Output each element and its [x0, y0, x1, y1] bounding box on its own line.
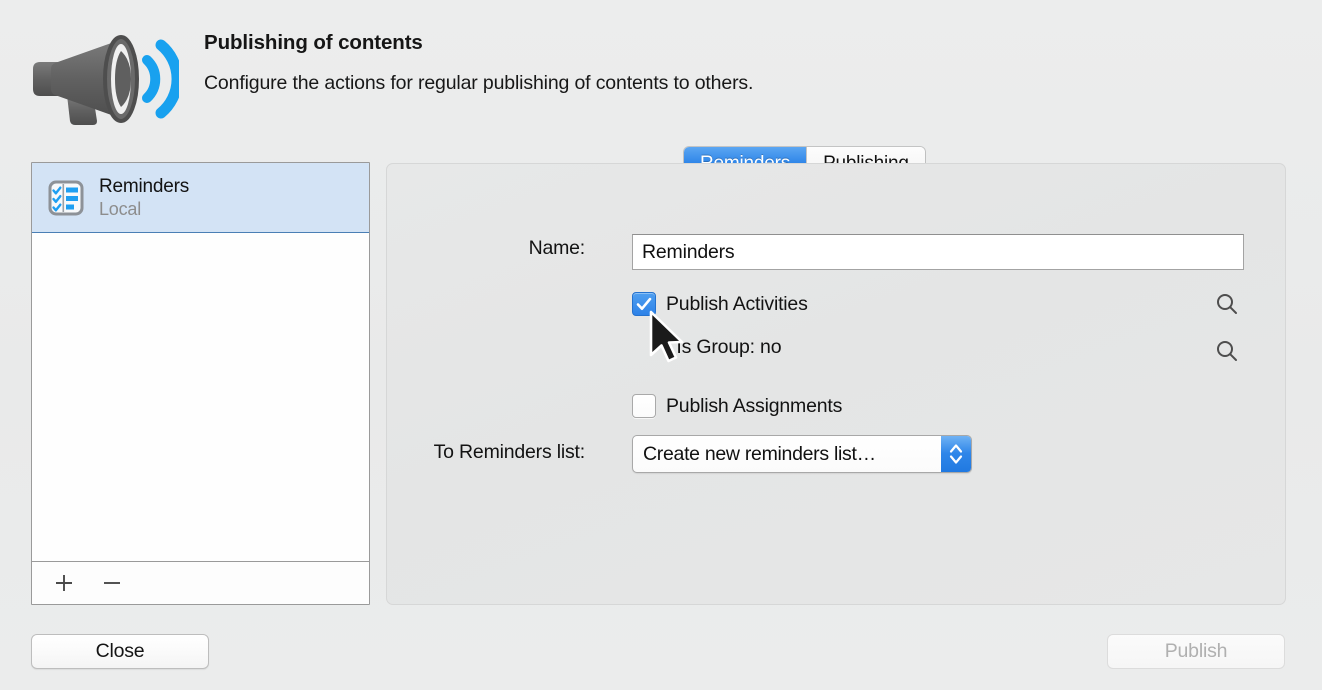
publish-activities-label: Publish Activities [666, 292, 808, 315]
close-button[interactable]: Close [31, 634, 209, 669]
name-label: Name: [528, 237, 586, 259]
page-title: Publishing of contents [204, 31, 423, 54]
sidebar-item-subtitle: Local [99, 199, 142, 219]
accounts-list-scroll[interactable]: Reminders Local [32, 163, 369, 561]
megaphone-icon [27, 33, 183, 125]
chevron-up-down-icon [941, 436, 971, 472]
search-icon [1217, 341, 1237, 361]
dialog-header: Publishing of contents Configure the act… [0, 0, 1322, 130]
publish-assignments-label: Publish Assignments [666, 394, 843, 417]
to-reminders-list-select[interactable]: Create new reminders list… [632, 435, 972, 473]
search-icon-is-group[interactable] [1212, 336, 1242, 366]
sidebar-item-reminders[interactable]: Reminders Local [32, 163, 369, 233]
to-reminders-list-label: To Reminders list: [433, 441, 586, 463]
is-group-row: : Is Group: no [632, 336, 782, 359]
add-account-button[interactable] [40, 562, 88, 604]
accounts-list: Reminders Local [31, 162, 370, 605]
plus-icon [56, 575, 72, 591]
name-input[interactable] [632, 234, 1244, 270]
remove-account-button[interactable] [88, 562, 136, 604]
settings-panel: Name: Publish Activities : Is Group: no … [386, 163, 1286, 605]
sidebar-item-text: Reminders Local [99, 175, 189, 220]
page-subtitle: Configure the actions for regular publis… [204, 72, 754, 94]
publish-assignments-checkbox[interactable] [632, 394, 656, 418]
reminders-checklist-icon [47, 179, 85, 217]
to-reminders-list-value: Create new reminders list… [643, 442, 876, 465]
publish-activities-row[interactable]: Publish Activities [632, 292, 808, 316]
search-icon-activities[interactable] [1212, 289, 1242, 319]
publish-button: Publish [1107, 634, 1285, 669]
publish-activities-checkbox[interactable] [632, 292, 656, 316]
minus-icon [104, 582, 120, 584]
sidebar-item-title: Reminders [99, 176, 190, 197]
publish-assignments-row[interactable]: Publish Assignments [632, 394, 842, 418]
is-group-label: : Is Group: no [666, 336, 782, 358]
accounts-list-toolbar [32, 561, 369, 604]
search-icon [1217, 294, 1237, 314]
